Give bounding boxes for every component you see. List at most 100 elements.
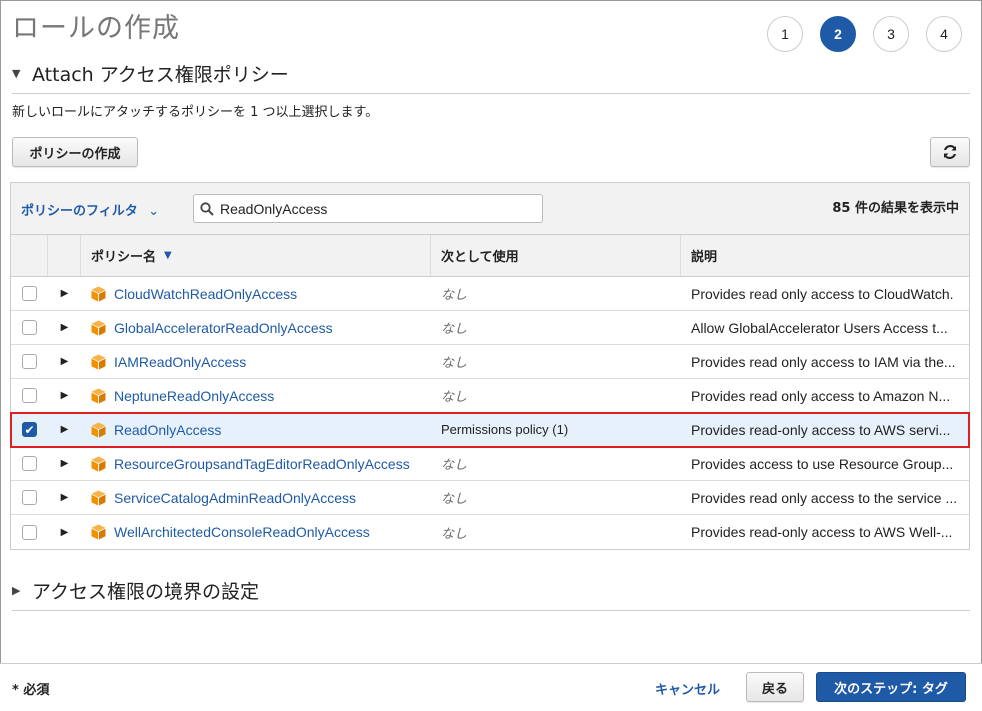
next-step-tags-button[interactable]: 次のステップ: タグ	[816, 672, 966, 702]
caret-right-icon: ▶	[12, 584, 21, 597]
attach-policies-section-header[interactable]: ▼ Attach アクセス権限ポリシー	[12, 60, 970, 94]
policy-name-link[interactable]: NeptuneReadOnlyAccess	[114, 388, 274, 404]
row-policy-name-cell: ReadOnlyAccess	[81, 413, 431, 446]
used-as-text: なし	[441, 287, 468, 302]
caret-right-icon: ▶	[60, 458, 69, 469]
refresh-icon	[944, 145, 956, 159]
row-policy-name-cell: IAMReadOnlyAccess	[81, 345, 431, 378]
table-header: ポリシー名 ▼ 次として使用 説明	[11, 235, 969, 277]
row-policy-name-cell: ResourceGroupsandTagEditorReadOnlyAccess	[81, 447, 431, 480]
row-used-as: Permissions policy (1)	[431, 413, 681, 446]
policy-name-link[interactable]: ReadOnlyAccess	[114, 422, 221, 438]
filter-bar: ポリシーのフィルタ ⌄ 85 件の結果を表示中	[11, 183, 969, 235]
policy-cube-icon	[91, 456, 106, 471]
step-3[interactable]: 3	[873, 16, 909, 52]
header-policy-name[interactable]: ポリシー名 ▼	[81, 235, 431, 276]
policy-cube-icon	[91, 490, 106, 505]
table-row[interactable]: ✔ ▶ ReadOnlyAccess Permissions policy (1…	[10, 412, 970, 448]
caret-right-icon: ▶	[60, 288, 69, 299]
row-expand-toggle[interactable]: ▶	[48, 481, 81, 514]
caret-down-icon: ▼	[12, 67, 21, 80]
row-checkbox-cell	[11, 481, 48, 514]
used-as-text: なし	[441, 491, 468, 506]
description-text: Provides read only access to CloudWatch.	[691, 285, 954, 302]
row-policy-name-cell: WellArchitectedConsoleReadOnlyAccess	[81, 515, 431, 549]
policy-name-link[interactable]: WellArchitectedConsoleReadOnlyAccess	[114, 524, 370, 540]
page-title: ロールの作成	[12, 13, 180, 44]
policy-filter-dropdown[interactable]: ポリシーのフィルタ ⌄	[21, 200, 159, 219]
row-expand-toggle[interactable]: ▶	[48, 515, 81, 549]
used-as-text: なし	[441, 525, 468, 541]
step-4[interactable]: 4	[926, 16, 962, 52]
caret-right-icon: ▶	[60, 322, 69, 333]
row-used-as: なし	[431, 345, 681, 378]
used-as-text: なし	[441, 355, 468, 370]
policy-cube-icon	[91, 286, 106, 301]
row-used-as: なし	[431, 311, 681, 344]
row-checkbox[interactable]: ✔	[22, 422, 37, 437]
row-description: Provides read only access to the service…	[681, 481, 969, 514]
table-row[interactable]: ▶ ServiceCatalogAdminReadOnlyAccess なし P…	[11, 481, 969, 515]
policy-name-link[interactable]: ServiceCatalogAdminReadOnlyAccess	[114, 490, 356, 506]
search-icon	[200, 201, 214, 216]
row-expand-toggle[interactable]: ▶	[48, 379, 81, 412]
row-checkbox-cell: ✔	[11, 413, 48, 446]
back-button[interactable]: 戻る	[746, 672, 804, 702]
row-checkbox[interactable]	[22, 456, 37, 471]
description-text: Allow GlobalAccelerator Users Access t..…	[691, 319, 948, 336]
header-description: 説明	[691, 250, 718, 265]
row-checkbox[interactable]	[22, 286, 37, 301]
permissions-boundary-section-header[interactable]: ▶ アクセス権限の境界の設定	[12, 577, 970, 611]
policy-name-link[interactable]: IAMReadOnlyAccess	[114, 354, 246, 370]
table-row[interactable]: ▶ WellArchitectedConsoleReadOnlyAccess な…	[11, 515, 969, 549]
refresh-button[interactable]	[930, 137, 970, 167]
row-checkbox[interactable]	[22, 320, 37, 335]
row-description: Provides read only access to Amazon N...	[681, 379, 969, 412]
table-row[interactable]: ▶ IAMReadOnlyAccess なし Provides read onl…	[11, 345, 969, 379]
row-policy-name-cell: NeptuneReadOnlyAccess	[81, 379, 431, 412]
caret-right-icon: ▶	[60, 424, 69, 435]
chevron-down-icon: ⌄	[148, 204, 160, 219]
caret-right-icon: ▶	[60, 492, 69, 503]
result-count: 85 件の結果を表示中	[832, 201, 959, 216]
used-as-text: なし	[441, 321, 468, 336]
row-checkbox[interactable]	[22, 354, 37, 369]
row-checkbox-cell	[11, 311, 48, 344]
policy-cube-icon	[91, 524, 106, 540]
row-expand-toggle[interactable]: ▶	[48, 277, 81, 310]
table-row[interactable]: ▶ CloudWatchReadOnlyAccess なし Provides r…	[11, 277, 969, 311]
step-1[interactable]: 1	[767, 16, 803, 52]
step-indicator: 1 2 3 4	[767, 16, 962, 52]
table-row[interactable]: ▶ GlobalAcceleratorReadOnlyAccess なし All…	[11, 311, 969, 345]
row-checkbox[interactable]	[22, 524, 37, 540]
attach-policies-description: 新しいロールにアタッチするポリシーを 1 つ以上選択します。	[12, 105, 379, 120]
policy-filter-label: ポリシーのフィルタ	[21, 204, 138, 219]
row-checkbox[interactable]	[22, 490, 37, 505]
row-used-as: なし	[431, 515, 681, 549]
row-description: Provides read only access to IAM via the…	[681, 345, 969, 378]
create-policy-button[interactable]: ポリシーの作成	[12, 137, 138, 167]
policy-name-link[interactable]: ResourceGroupsandTagEditorReadOnlyAccess	[114, 456, 410, 472]
policy-search-input[interactable]	[220, 200, 530, 217]
description-text: Provides read-only access to AWS servi..…	[691, 421, 951, 438]
row-checkbox-cell	[11, 379, 48, 412]
policy-name-link[interactable]: GlobalAcceleratorReadOnlyAccess	[114, 320, 333, 336]
row-checkbox[interactable]	[22, 388, 37, 403]
row-policy-name-cell: CloudWatchReadOnlyAccess	[81, 277, 431, 310]
table-body: ▶ CloudWatchReadOnlyAccess なし Provides r…	[10, 277, 970, 549]
row-expand-toggle[interactable]: ▶	[48, 345, 81, 378]
row-expand-toggle[interactable]: ▶	[48, 311, 81, 344]
policy-name-link[interactable]: CloudWatchReadOnlyAccess	[114, 286, 297, 302]
cancel-link[interactable]: キャンセル	[655, 679, 720, 698]
table-row[interactable]: ▶ ResourceGroupsandTagEditorReadOnlyAcce…	[11, 447, 969, 481]
header-policy-name-label: ポリシー名	[91, 250, 157, 265]
step-2[interactable]: 2	[820, 16, 856, 52]
policy-cube-icon	[91, 320, 106, 335]
table-row[interactable]: ▶ NeptuneReadOnlyAccess なし Provides read…	[11, 379, 969, 413]
row-expand-toggle[interactable]: ▶	[48, 447, 81, 480]
row-expand-toggle[interactable]: ▶	[48, 413, 81, 446]
row-used-as: なし	[431, 481, 681, 514]
row-description: Allow GlobalAccelerator Users Access t..…	[681, 311, 969, 344]
policy-search-box[interactable]	[193, 194, 543, 223]
caret-right-icon: ▶	[60, 390, 69, 401]
